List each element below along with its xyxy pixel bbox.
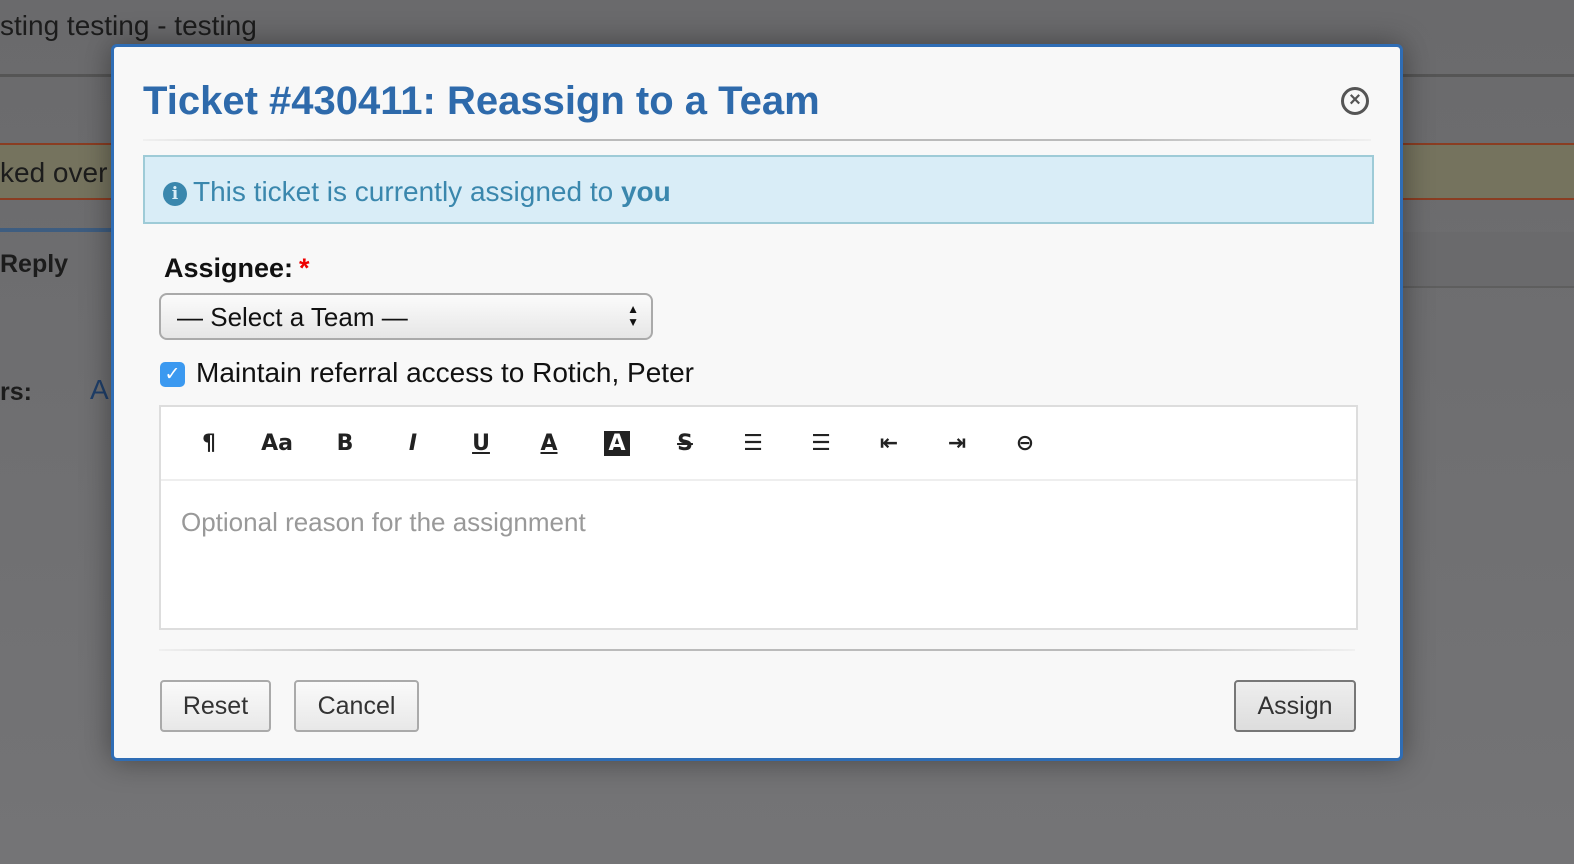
- assignee-label-text: Assignee:: [164, 253, 294, 283]
- italic-glyph: I: [408, 430, 418, 456]
- info-text: This ticket is currently assigned to: [193, 176, 621, 207]
- divider: [159, 649, 1355, 651]
- bg-bar: [1400, 232, 1574, 288]
- cancel-button[interactable]: Cancel: [294, 680, 419, 732]
- indent-icon[interactable]: ⇥: [923, 431, 991, 456]
- strikethrough-glyph: S: [677, 430, 693, 456]
- team-select-value: — Select a Team —: [177, 302, 408, 332]
- close-icon[interactable]: ×: [1341, 87, 1369, 115]
- font-size-icon[interactable]: Aa: [243, 431, 311, 456]
- paragraph-glyph: ¶: [202, 430, 216, 456]
- outdent-icon[interactable]: ⇤: [855, 431, 923, 456]
- info-alert: i This ticket is currently assigned to yo…: [143, 155, 1374, 224]
- ordered-list-icon[interactable]: ☰: [787, 431, 855, 456]
- bg-label: rs:: [0, 378, 32, 406]
- bold-icon[interactable]: B: [311, 431, 379, 456]
- underline-icon[interactable]: U: [447, 431, 515, 456]
- bg-banner-text: ked over: [0, 157, 108, 188]
- editor-toolbar: ¶ Aa B I U A A S ☰ ☰ ⇤ ⇥ ⊖: [161, 407, 1356, 481]
- background-color-glyph: A: [604, 430, 630, 456]
- required-mark: *: [299, 253, 310, 283]
- assign-button[interactable]: Assign: [1234, 680, 1356, 732]
- unordered-list-icon[interactable]: ☰: [719, 431, 787, 456]
- link-icon[interactable]: ⊖: [991, 431, 1059, 456]
- reset-button[interactable]: Reset: [160, 680, 271, 732]
- background-color-icon[interactable]: A: [583, 430, 651, 456]
- underline-glyph: U: [472, 430, 490, 456]
- divider: [143, 139, 1371, 141]
- maintain-referral-checkbox[interactable]: ✓: [160, 362, 185, 387]
- font-size-glyph: Aa: [261, 430, 293, 456]
- team-select[interactable]: — Select a Team — ▲ ▼: [159, 293, 653, 340]
- maintain-referral-label[interactable]: Maintain referral access to Rotich, Pete…: [196, 357, 694, 389]
- bold-glyph: B: [336, 430, 354, 456]
- reason-textarea[interactable]: Optional reason for the assignment: [161, 481, 1356, 538]
- bg-link: A: [90, 374, 109, 405]
- font-color-icon[interactable]: A: [515, 431, 583, 456]
- bg-reply-tab: Reply: [0, 250, 69, 278]
- font-color-glyph: A: [540, 430, 558, 456]
- assignee-label: Assignee: *: [164, 253, 310, 284]
- unordered-list-glyph: ☰: [743, 430, 763, 456]
- select-arrows-icon: ▲ ▼: [627, 302, 639, 329]
- indent-glyph: ⇥: [947, 430, 967, 456]
- rich-text-editor: ¶ Aa B I U A A S ☰ ☰ ⇤ ⇥ ⊖ Optional reason for the a…: [159, 405, 1358, 630]
- italic-icon[interactable]: I: [379, 431, 447, 456]
- outdent-glyph: ⇤: [879, 430, 899, 456]
- info-assignee: you: [620, 176, 671, 207]
- bg-ticket-title: sting testing - testing: [0, 10, 257, 41]
- reassign-dialog: Ticket #430411: Reassign to a Team × i Th…: [111, 44, 1403, 761]
- info-icon: i: [163, 182, 187, 206]
- strikethrough-icon[interactable]: S: [651, 431, 719, 456]
- ordered-list-glyph: ☰: [811, 430, 831, 456]
- paragraph-icon[interactable]: ¶: [175, 431, 243, 456]
- link-glyph: ⊖: [1015, 430, 1035, 456]
- dialog-title: Ticket #430411: Reassign to a Team: [143, 79, 820, 123]
- divider: [0, 228, 120, 232]
